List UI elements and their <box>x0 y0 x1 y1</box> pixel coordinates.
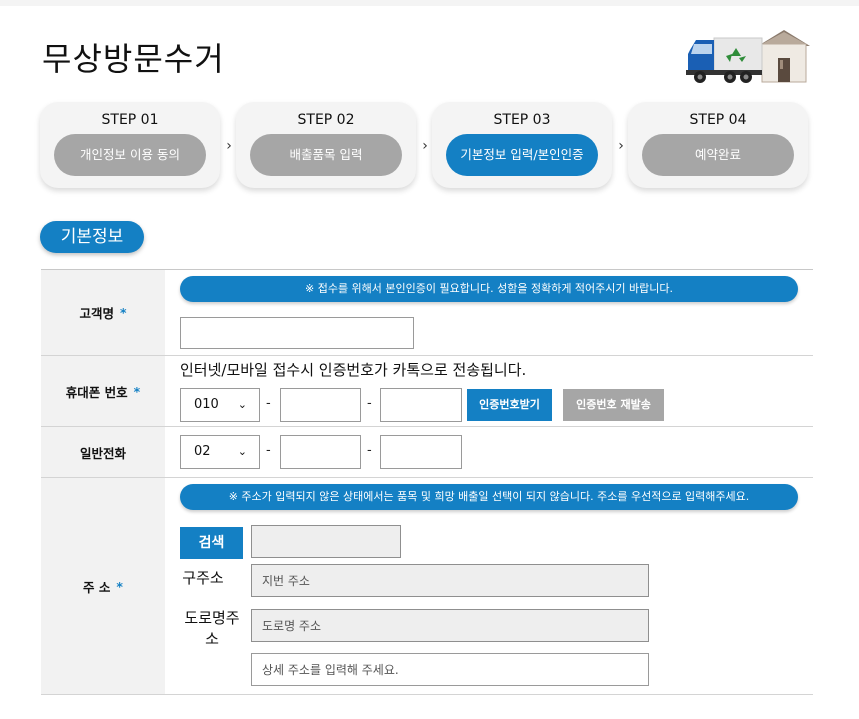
road-address-label-line2: 소 <box>205 630 219 648</box>
page-title: 무상방문수거 <box>42 40 225 78</box>
phone-prefix-value: 02 <box>194 444 211 459</box>
mobile-row: 휴대폰 번호 * 인터넷/모바일 접수시 인증번호가 카톡으로 전송됩니다. 0… <box>41 356 813 427</box>
top-divider <box>0 0 859 6</box>
address-label: 주 소 * <box>41 478 165 694</box>
step-3-card: STEP 03 기본정보 입력/본인인증 <box>432 102 612 188</box>
dash-separator: - <box>266 396 271 411</box>
section-title: 기본정보 <box>40 221 144 253</box>
chevron-right-icon: › <box>226 138 232 154</box>
road-address-label-line1: 도로명주 <box>184 609 240 627</box>
address-field-area: ※ 주소가 입력되지 않은 상태에서는 품목 및 희망 배출일 선택이 되지 않… <box>165 478 813 694</box>
phone-field-area: 02 ⌄ - - <box>165 427 813 477</box>
mobile-info-text: 인터넷/모바일 접수시 인증번호가 카톡으로 전송됩니다. <box>180 361 527 379</box>
phone-row: 일반전화 02 ⌄ - - <box>41 427 813 478</box>
step-3-number: STEP 03 <box>493 112 551 128</box>
mobile-field-area: 인터넷/모바일 접수시 인증번호가 카톡으로 전송됩니다. 010 ⌄ - - … <box>165 356 813 426</box>
mobile-last-input[interactable] <box>380 388 462 422</box>
step-4-number: STEP 04 <box>689 112 747 128</box>
phone-prefix-select[interactable]: 02 ⌄ <box>180 435 260 469</box>
chevron-right-icon: › <box>618 138 624 154</box>
dash-separator: - <box>367 396 372 411</box>
step-4-label: 예약완료 <box>642 134 794 176</box>
address-label-text: 주 소 <box>83 579 111 595</box>
required-mark: * <box>119 305 127 320</box>
chevron-right-icon: › <box>422 138 428 154</box>
mobile-prefix-select[interactable]: 010 ⌄ <box>180 388 260 422</box>
old-address-label: 구주소 <box>182 569 224 587</box>
resend-code-button[interactable]: 인증번호 재발송 <box>563 389 664 421</box>
name-label-text: 고객명 <box>79 306 114 321</box>
dash-separator: - <box>266 443 271 458</box>
mobile-label: 휴대폰 번호 * <box>41 356 165 426</box>
step-2-number: STEP 02 <box>297 112 355 128</box>
step-2-label: 배출품목 입력 <box>250 134 402 176</box>
step-1-number: STEP 01 <box>101 112 159 128</box>
name-field-area: ※ 접수를 위해서 본인인증이 필요합니다. 성함을 정확하게 적어주시기 바랍… <box>165 270 813 355</box>
phone-last-input[interactable] <box>380 435 462 469</box>
name-input[interactable] <box>180 317 414 349</box>
road-address-label: 도로명주 소 <box>173 608 251 650</box>
phone-middle-input[interactable] <box>280 435 361 469</box>
step-4-card: STEP 04 예약완료 <box>628 102 808 188</box>
name-notice: ※ 접수를 위해서 본인인증이 필요합니다. 성함을 정확하게 적어주시기 바랍… <box>180 276 798 302</box>
required-mark: * <box>133 383 141 399</box>
name-label: 고객명 * <box>41 270 165 355</box>
postcode-input[interactable] <box>251 525 401 558</box>
step-1-card: STEP 01 개인정보 이용 동의 <box>40 102 220 188</box>
mobile-prefix-value: 010 <box>194 397 219 412</box>
detail-address-input[interactable]: 상세 주소를 입력해 주세요. <box>251 653 649 686</box>
phone-label: 일반전화 <box>41 427 165 477</box>
name-row: 고객명 * ※ 접수를 위해서 본인인증이 필요합니다. 성함을 정확하게 적어… <box>41 270 813 356</box>
chevron-down-icon: ⌄ <box>237 398 247 411</box>
required-mark: * <box>116 578 123 594</box>
truck-house-illustration <box>686 30 810 83</box>
mobile-middle-input[interactable] <box>280 388 361 422</box>
step-3-label: 기본정보 입력/본인인증 <box>446 134 598 176</box>
address-notice: ※ 주소가 입력되지 않은 상태에서는 품목 및 희망 배출일 선택이 되지 않… <box>180 484 798 510</box>
send-code-button[interactable]: 인증번호받기 <box>467 389 552 421</box>
address-row: 주 소 * ※ 주소가 입력되지 않은 상태에서는 품목 및 희망 배출일 선택… <box>41 478 813 695</box>
chevron-down-icon: ⌄ <box>237 445 247 458</box>
mobile-label-text: 휴대폰 번호 <box>65 384 128 400</box>
basic-info-form: 고객명 * ※ 접수를 위해서 본인인증이 필요합니다. 성함을 정확하게 적어… <box>41 269 813 695</box>
step-1-label: 개인정보 이용 동의 <box>54 134 206 176</box>
phone-label-text: 일반전화 <box>79 445 126 461</box>
dash-separator: - <box>367 443 372 458</box>
step-progress: STEP 01 개인정보 이용 동의 › STEP 02 배출품목 입력 › S… <box>40 102 820 190</box>
old-address-input[interactable]: 지번 주소 <box>251 564 649 597</box>
address-search-button[interactable]: 검색 <box>180 527 243 559</box>
road-address-input[interactable]: 도로명 주소 <box>251 609 649 642</box>
step-2-card: STEP 02 배출품목 입력 <box>236 102 416 188</box>
